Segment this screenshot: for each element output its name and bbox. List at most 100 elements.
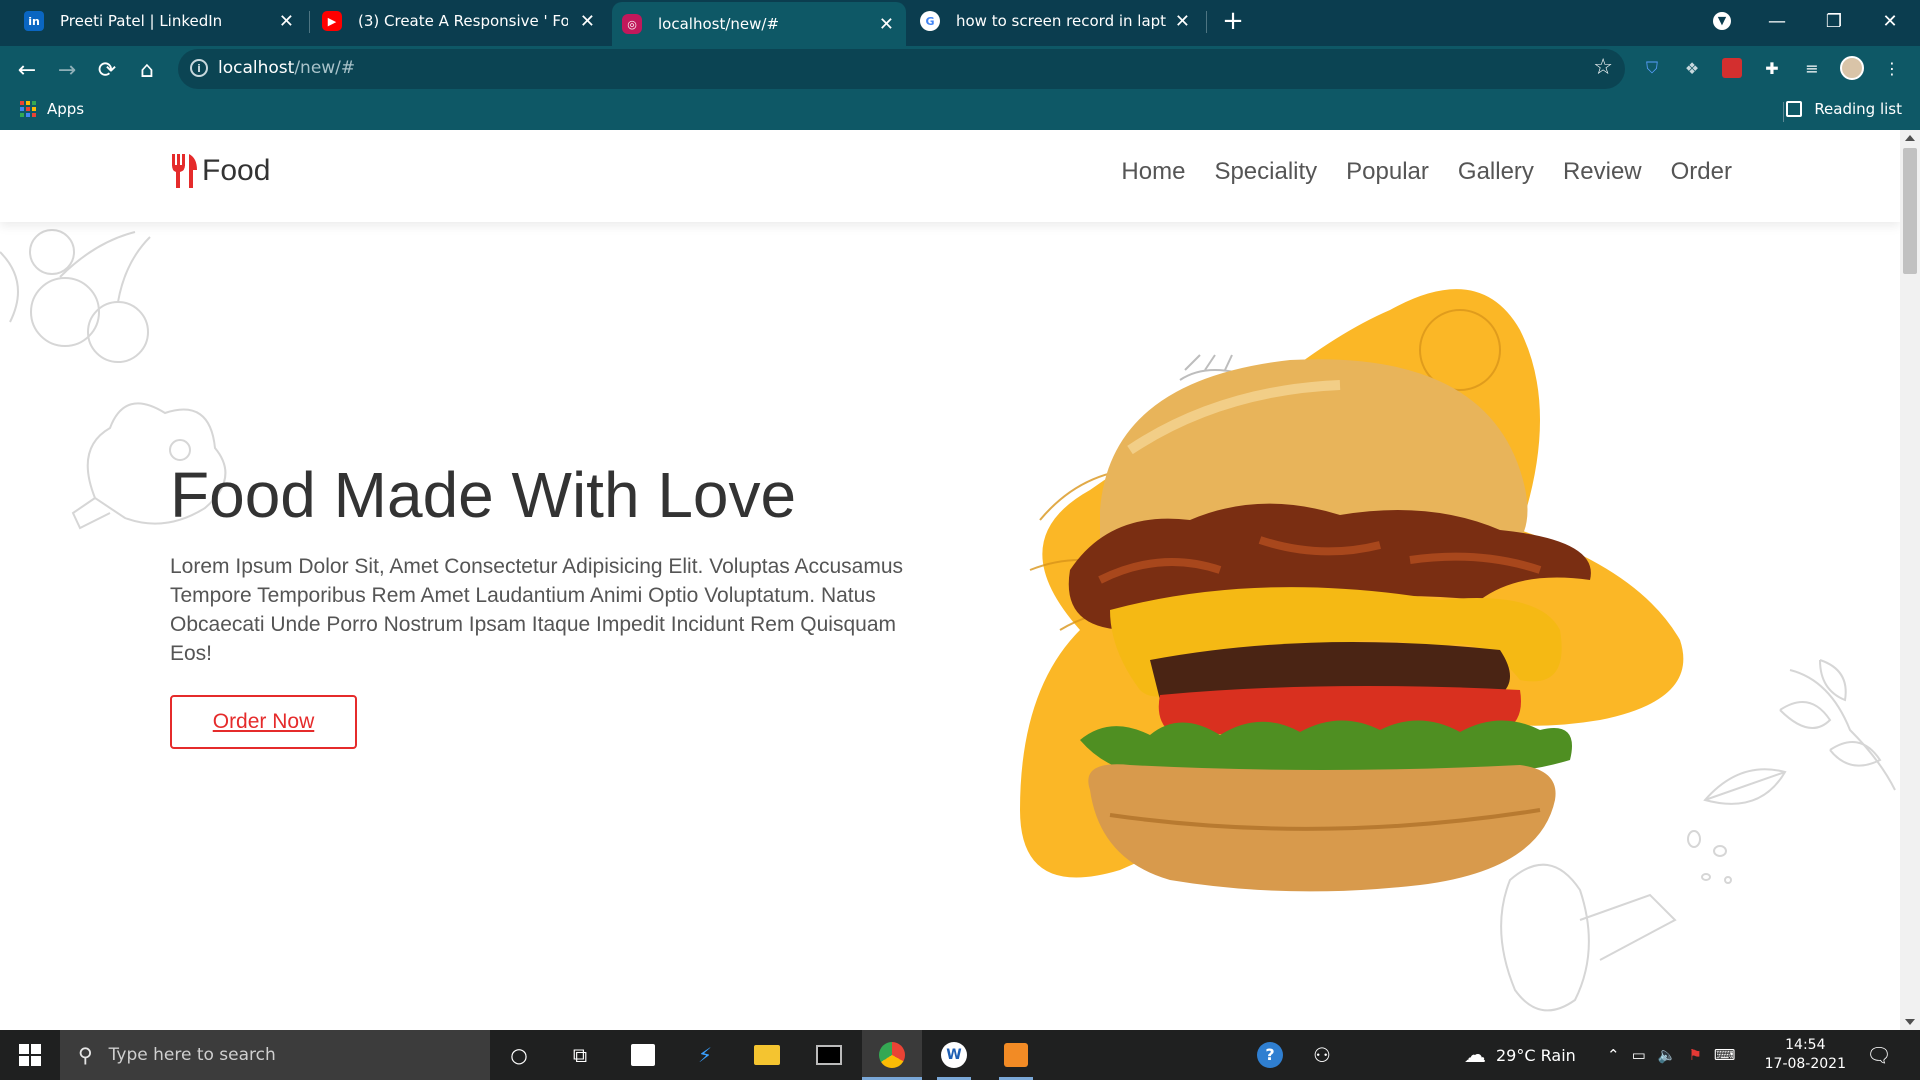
- file-explorer-icon[interactable]: [750, 1038, 784, 1072]
- url-text[interactable]: localhost/new/#: [218, 58, 355, 78]
- minimize-button[interactable]: —: [1757, 6, 1797, 36]
- scroll-down-icon[interactable]: [1905, 1019, 1915, 1025]
- back-button[interactable]: ←: [9, 52, 45, 88]
- dropbox-icon[interactable]: ❖: [1680, 56, 1704, 80]
- tab-linkedin[interactable]: in Preeti Patel | LinkedIn ✕: [24, 0, 306, 42]
- order-now-button[interactable]: Order Now: [170, 695, 357, 749]
- shield-icon[interactable]: ⛉: [1640, 56, 1664, 80]
- site-logo[interactable]: Food: [170, 154, 270, 188]
- main-nav: Home Speciality Popular Gallery Review O…: [1121, 158, 1732, 186]
- start-button[interactable]: [0, 1030, 60, 1080]
- linkedin-icon: in: [24, 11, 44, 31]
- url-path: /new/#: [294, 58, 356, 78]
- keyboard-icon[interactable]: ⌨: [1714, 1046, 1736, 1064]
- nav-speciality[interactable]: Speciality: [1214, 158, 1317, 186]
- url-host: localhost: [218, 58, 295, 78]
- hero-burger-image: [1020, 289, 1684, 892]
- antivirus-icon[interactable]: ⚑: [1688, 1046, 1701, 1064]
- hero-title: Food Made With Love: [170, 459, 797, 531]
- site-header: Food Home Speciality Popular Gallery Rev…: [0, 130, 1900, 222]
- page-viewport: Food Home Speciality Popular Gallery Rev…: [0, 130, 1900, 1030]
- nav-home[interactable]: Home: [1121, 158, 1185, 186]
- tab-title: Preeti Patel | LinkedIn: [60, 12, 223, 30]
- clock-date: 17-08-2021: [1764, 1056, 1846, 1072]
- weather-text: 29°C Rain: [1496, 1045, 1576, 1065]
- page-scrollbar[interactable]: [1900, 130, 1920, 1030]
- reload-button[interactable]: ⟳: [89, 52, 125, 88]
- nav-review[interactable]: Review: [1563, 158, 1642, 186]
- clock-time: 14:54: [1785, 1037, 1826, 1053]
- tab-google[interactable]: G how to screen record in laptop - ✕: [920, 0, 1202, 42]
- tab-divider: [1206, 11, 1207, 33]
- bookmarks-divider: [1783, 102, 1784, 122]
- tab-youtube[interactable]: ▶ (3) Create A Responsive ' Food / I ✕: [322, 0, 607, 42]
- battery-icon[interactable]: ▭: [1632, 1046, 1646, 1064]
- hero-content: Food Made With Love Lorem Ipsum Dolor Si…: [170, 460, 950, 749]
- google-icon: G: [920, 11, 940, 31]
- search-icon: ⚲: [78, 1043, 93, 1067]
- new-tab-button[interactable]: +: [1218, 6, 1248, 36]
- nav-gallery[interactable]: Gallery: [1458, 158, 1534, 186]
- tab-search-button[interactable]: ▼: [1702, 6, 1742, 36]
- search-placeholder: Type here to search: [108, 1045, 276, 1065]
- restore-button[interactable]: ❐: [1814, 6, 1854, 36]
- taskbar-clock[interactable]: 14:54 17-08-2021: [1765, 1036, 1846, 1074]
- tab-title: (3) Create A Responsive ' Food / I: [358, 12, 568, 30]
- windows-icon: [19, 1044, 41, 1066]
- sublime-icon[interactable]: [999, 1038, 1033, 1072]
- tab-title: how to screen record in laptop -: [956, 12, 1166, 30]
- avatar[interactable]: [1840, 56, 1864, 80]
- terminal-icon[interactable]: [812, 1038, 846, 1072]
- nav-order[interactable]: Order: [1671, 158, 1732, 186]
- apps-label: Apps: [47, 100, 85, 118]
- extensions-icon[interactable]: ✚: [1760, 56, 1784, 80]
- close-icon[interactable]: ✕: [279, 11, 294, 32]
- chevron-up-icon[interactable]: ⌃: [1607, 1046, 1620, 1064]
- pdf-icon[interactable]: [1720, 56, 1744, 80]
- chrome-icon[interactable]: [875, 1038, 909, 1072]
- tab-localhost[interactable]: ◎ localhost/new/# ✕: [612, 2, 906, 46]
- vscode-icon[interactable]: ⚡: [688, 1038, 722, 1072]
- logo-text: Food: [202, 154, 271, 187]
- reading-list-button[interactable]: Reading list: [1786, 100, 1902, 118]
- info-icon[interactable]: i: [190, 59, 208, 77]
- address-bar[interactable]: i localhost/new/# ☆: [178, 49, 1625, 89]
- browser-toolbar: ← → ⟳ ⌂ i localhost/new/# ☆ ⛉ ❖ ✚ ≡ ⋮ Ap…: [0, 46, 1920, 130]
- reading-list-label: Reading list: [1814, 100, 1902, 118]
- nav-popular[interactable]: Popular: [1346, 158, 1429, 186]
- reading-list-icon: [1786, 101, 1803, 117]
- scroll-up-icon[interactable]: [1905, 135, 1915, 141]
- volume-icon[interactable]: 🔈: [1658, 1046, 1677, 1064]
- weather-widget[interactable]: ☁ 29°C Rain: [1464, 1030, 1576, 1080]
- system-tray: ⌃ ▭ 🔈 ⚑ ⌨: [1607, 1030, 1736, 1080]
- people-icon[interactable]: ⚇: [1305, 1038, 1339, 1072]
- apps-grid-icon: [20, 101, 36, 117]
- scrollbar-thumb[interactable]: [1903, 148, 1917, 274]
- rain-cloud-icon: ☁: [1464, 1042, 1486, 1068]
- close-icon[interactable]: ✕: [1175, 11, 1190, 32]
- store-icon[interactable]: [626, 1038, 660, 1072]
- task-view-icon[interactable]: ⧉: [563, 1038, 597, 1072]
- youtube-icon: ▶: [322, 11, 342, 31]
- browser-tab-strip: in Preeti Patel | LinkedIn ✕ ▶ (3) Creat…: [0, 0, 1920, 46]
- menu-icon[interactable]: ⋮: [1880, 56, 1904, 80]
- windows-taskbar: ⚲ Type here to search ○ ⧉ ⚡ W ? ⚇ ☁ 29°C…: [0, 1030, 1920, 1080]
- close-icon[interactable]: ✕: [879, 14, 894, 35]
- chevron-down-icon: ▼: [1713, 12, 1731, 30]
- apps-shortcut[interactable]: Apps: [20, 100, 84, 118]
- home-button[interactable]: ⌂: [129, 52, 165, 88]
- media-queue-icon[interactable]: ≡: [1800, 56, 1824, 80]
- taskbar-search[interactable]: ⚲ Type here to search: [60, 1030, 490, 1080]
- forward-button[interactable]: →: [49, 52, 85, 88]
- close-icon[interactable]: ✕: [580, 11, 595, 32]
- hero-description: Lorem Ipsum Dolor Sit, Amet Consectetur …: [170, 555, 904, 665]
- close-window-button[interactable]: ✕: [1870, 6, 1910, 36]
- notification-icon[interactable]: 🗨: [1862, 1038, 1896, 1072]
- word-icon[interactable]: W: [937, 1038, 971, 1072]
- page-icon: ◎: [622, 14, 642, 34]
- tab-title: localhost/new/#: [658, 15, 780, 33]
- help-icon[interactable]: ?: [1253, 1038, 1287, 1072]
- utensils-icon: [172, 154, 197, 188]
- cortana-icon[interactable]: ○: [502, 1038, 536, 1072]
- bookmark-star-icon[interactable]: ☆: [1593, 55, 1613, 80]
